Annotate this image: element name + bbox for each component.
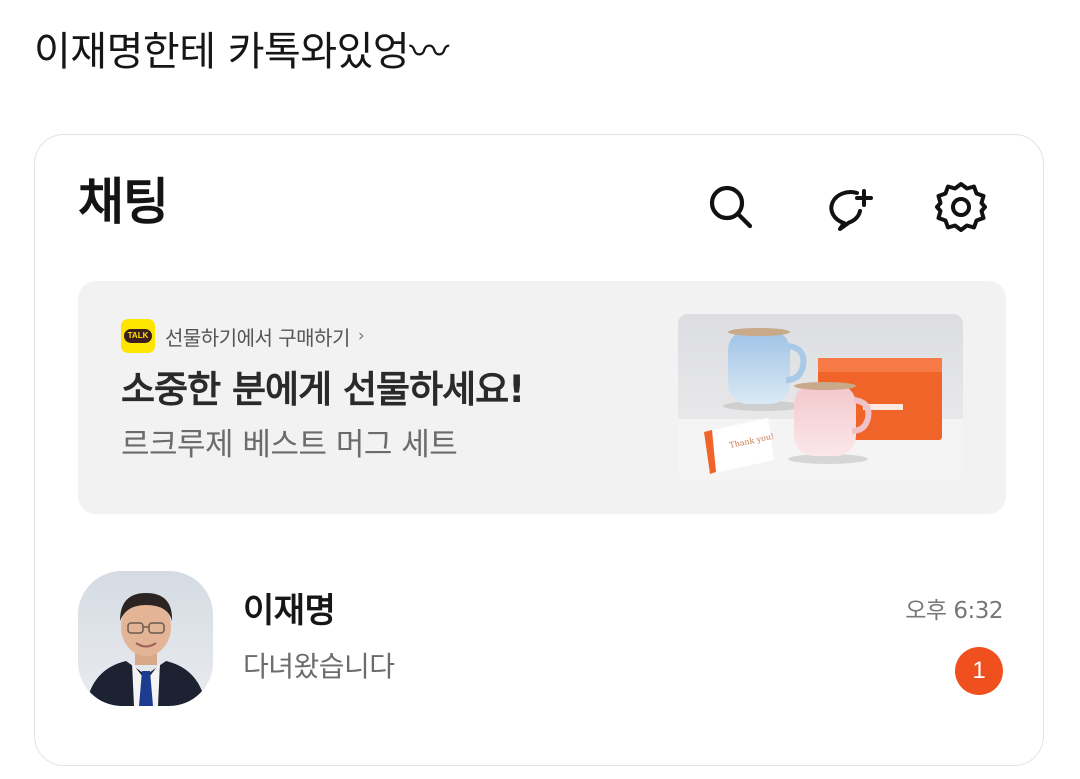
mug-set-product-image: Thank you! (678, 314, 963, 480)
last-message-preview: 다녀왔습니다 (243, 650, 395, 683)
avatar (78, 571, 213, 706)
search-icon[interactable] (701, 177, 761, 237)
message-timestamp: 오후 6:32 (905, 598, 1003, 624)
gift-ad-banner[interactable]: TALK 선물하기에서 구매하기 › 소중한 분에게 선물하세요! 르크루제 베… (78, 281, 1006, 514)
new-chat-icon[interactable] (817, 177, 877, 237)
banner-brand-row: TALK 선물하기에서 구매하기 › (121, 318, 365, 354)
chevron-right-icon: › (357, 326, 365, 346)
chat-room-item[interactable]: 이재명 다녀왔습니다 오후 6:32 1 (35, 565, 1045, 710)
talk-badge-text: TALK (123, 329, 153, 343)
chat-list-card: 채팅 TALK 선물하기에서 구매하기 › 소중한 분에게 선물하세요! 르크루… (34, 134, 1044, 766)
unread-count-badge: 1 (955, 647, 1003, 695)
banner-subtitle: 르크루제 베스트 머그 세트 (121, 427, 458, 463)
page-title: 채팅 (78, 173, 169, 231)
gift-shop-link[interactable]: 선물하기에서 구매하기 (165, 322, 350, 351)
kakaotalk-logo-icon: TALK (121, 319, 155, 353)
settings-icon[interactable] (931, 177, 991, 237)
chat-room-name: 이재명 (243, 591, 336, 631)
post-caption: 이재명한테 카톡와있엉〰 (34, 29, 449, 75)
banner-title: 소중한 분에게 선물하세요! (121, 368, 525, 411)
